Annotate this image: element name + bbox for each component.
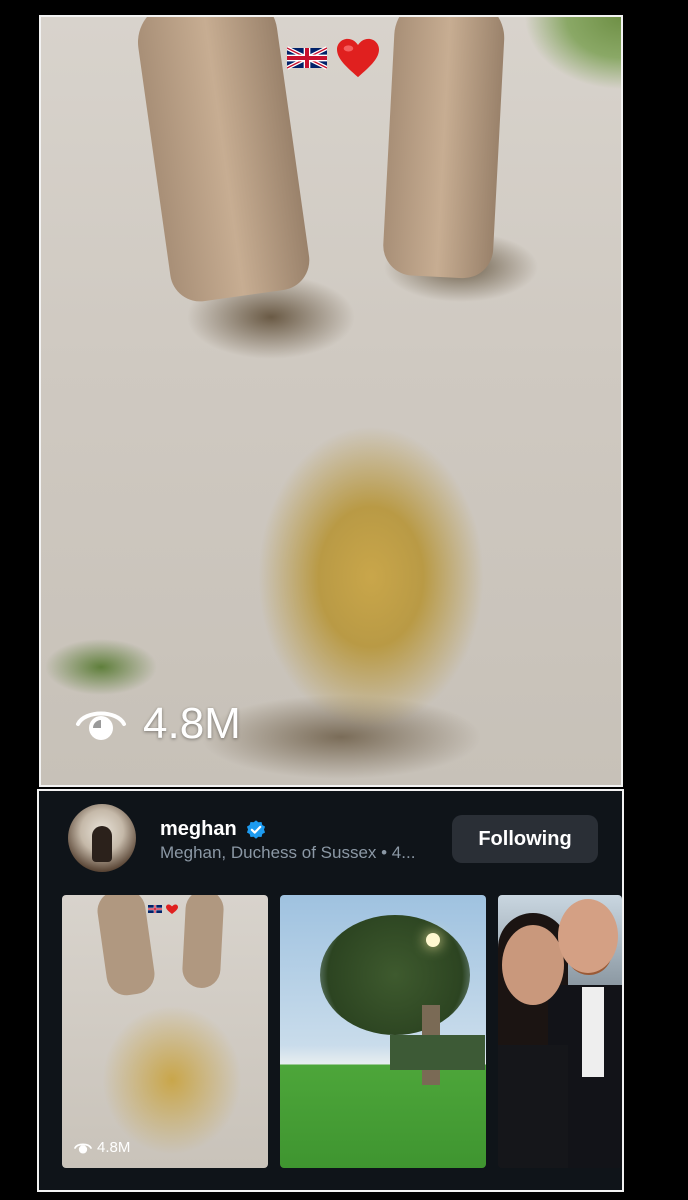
username[interactable]: meghan (160, 818, 237, 841)
video-view-count: 4.8M (75, 699, 241, 749)
post-thumbnail-2[interactable] (280, 895, 486, 1168)
view-count-text: 4.8M (143, 699, 241, 748)
thumbnail-view-count-text: 4.8M (97, 1139, 131, 1156)
flag-uk-icon (287, 46, 327, 70)
flag-heart-icon (148, 904, 178, 914)
overlay-emojis (287, 37, 381, 79)
red-heart-icon (337, 38, 379, 78)
following-button[interactable]: Following (452, 815, 598, 863)
video-frame-right-leg (381, 17, 507, 280)
video-frame-mud (41, 17, 621, 785)
eye-icon (74, 1143, 92, 1154)
post-thumbnail-3[interactable] (498, 895, 622, 1168)
main-video[interactable]: 4.8M (39, 15, 623, 787)
display-name: Meghan, Duchess of Sussex • 4... (160, 843, 416, 862)
video-frame-grass (491, 17, 621, 127)
username-row[interactable]: meghan (160, 818, 267, 841)
profile-card: meghan Meghan, Duchess of Sussex • 4... … (37, 789, 624, 1192)
post-thumbnail-1[interactable]: 4.8M (62, 895, 268, 1168)
avatar[interactable] (68, 804, 136, 872)
thumbnail-view-count: 4.8M (74, 1139, 130, 1156)
eye-icon (76, 711, 126, 740)
verified-badge-icon (246, 819, 265, 839)
